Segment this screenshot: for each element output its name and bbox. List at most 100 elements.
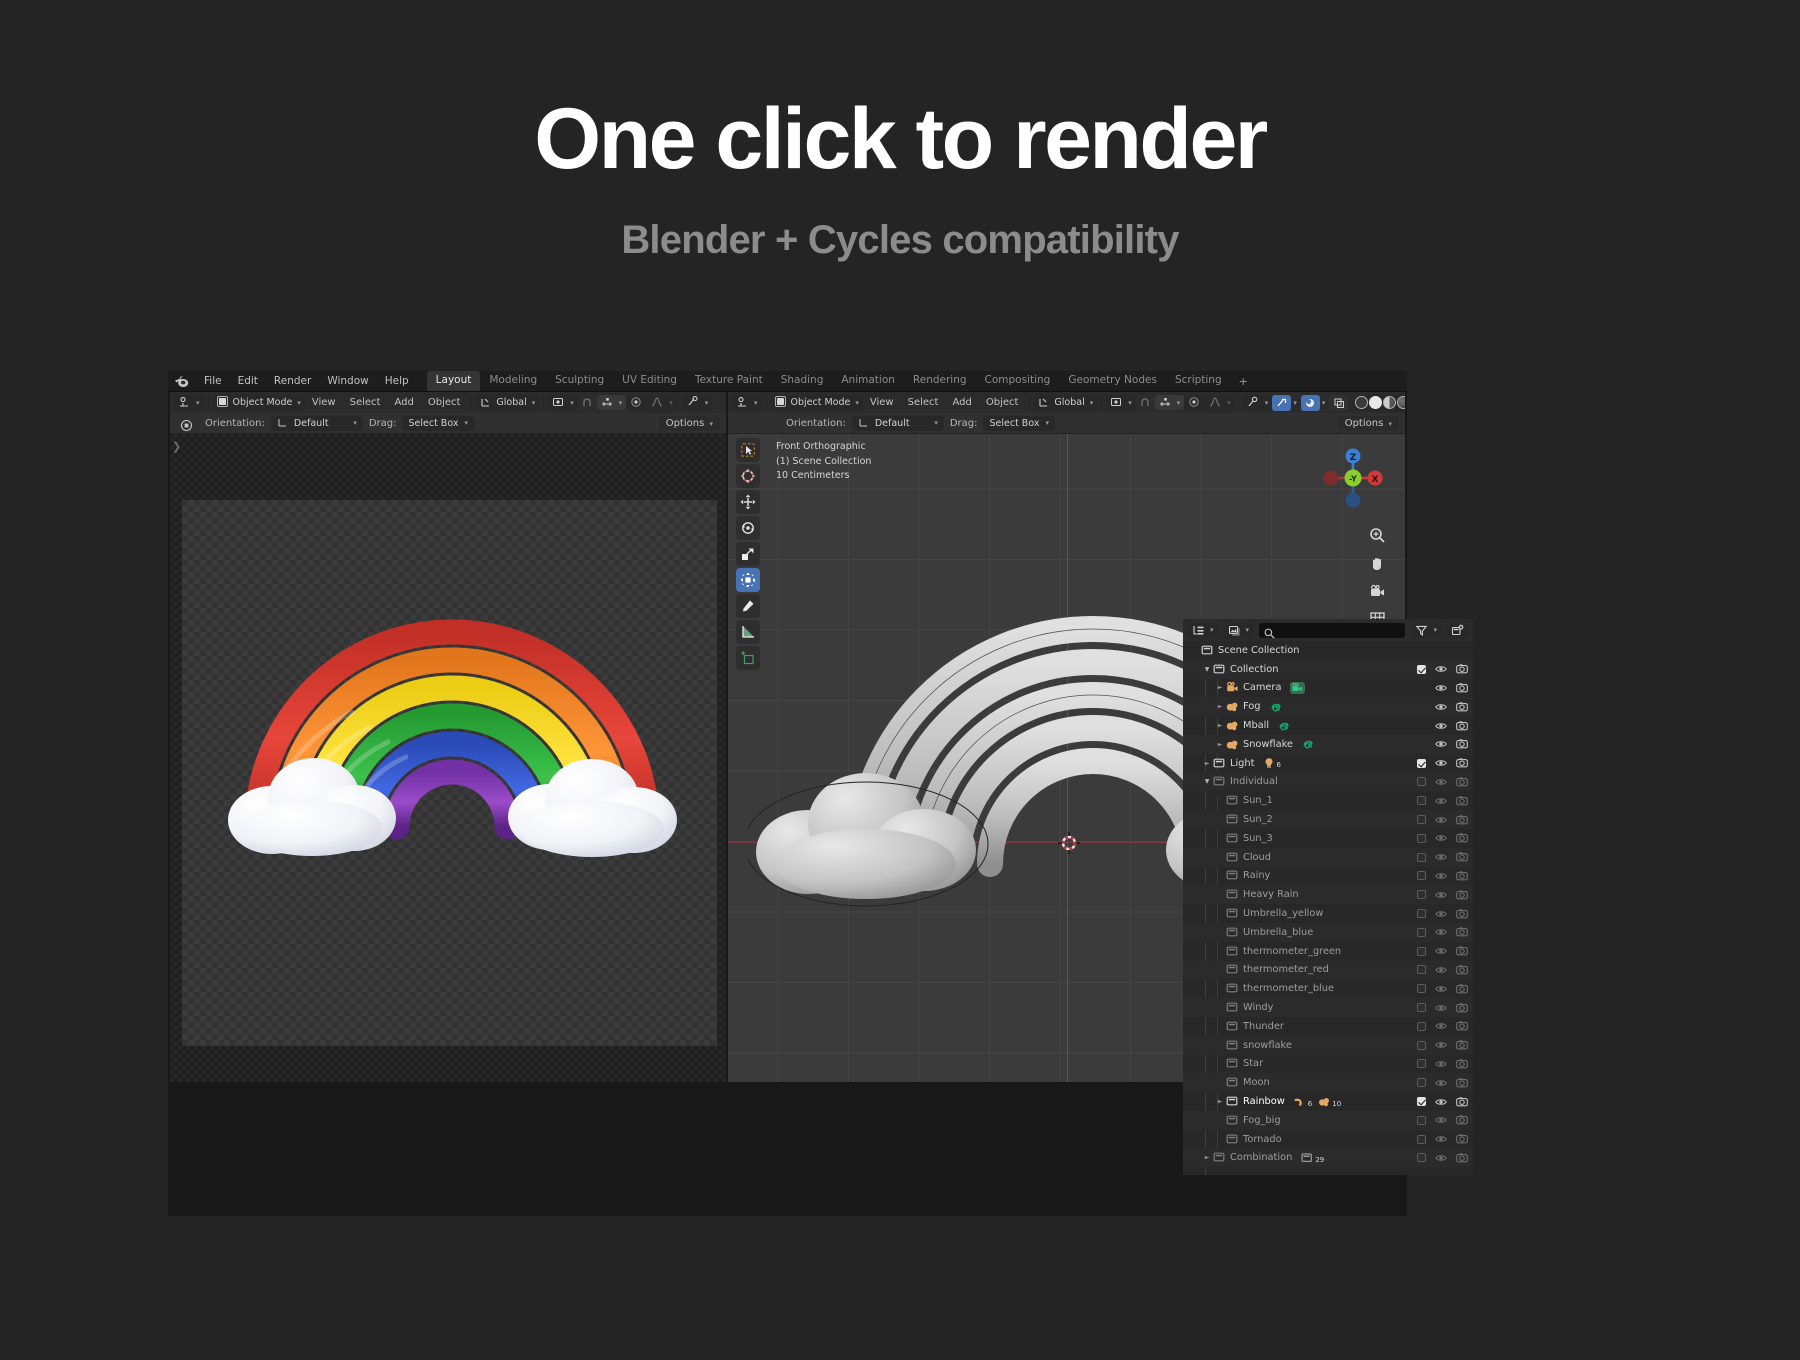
selectable-checkbox[interactable] xyxy=(1417,1097,1426,1107)
right-menu-object[interactable]: Object xyxy=(979,397,1026,408)
outliner-row-windy[interactable]: Windy xyxy=(1183,998,1473,1017)
right-drag-dropdown[interactable]: Select Box ▾ xyxy=(983,415,1055,431)
hide-in-viewport-icon[interactable] xyxy=(1435,1058,1447,1070)
disable-in-render-icon[interactable] xyxy=(1456,1152,1468,1164)
menu-window[interactable]: Window xyxy=(319,373,376,390)
selectable-checkbox[interactable] xyxy=(1417,1059,1426,1069)
viewport-shading-group[interactable]: ▾ xyxy=(1353,394,1405,411)
disable-in-render-icon[interactable] xyxy=(1456,720,1468,732)
left-options-button[interactable]: Options ▾ xyxy=(658,415,720,431)
disable-in-render-icon[interactable] xyxy=(1456,1096,1468,1108)
hide-in-viewport-icon[interactable] xyxy=(1435,964,1447,976)
move-tool-button[interactable] xyxy=(736,490,760,514)
disclosure-triangle-icon[interactable]: ► xyxy=(1201,760,1213,767)
selectable-checkbox[interactable] xyxy=(1417,871,1426,881)
right-falloff-button[interactable]: ▾ xyxy=(1205,395,1235,410)
outliner-row-thunder[interactable]: Thunder xyxy=(1183,1017,1473,1036)
left-menu-object[interactable]: Object xyxy=(421,397,468,408)
disable-in-render-icon[interactable] xyxy=(1456,1039,1468,1051)
pan-hand-icon[interactable] xyxy=(1368,554,1387,573)
workspace-tab-scripting[interactable]: Scripting xyxy=(1166,371,1231,391)
right-options-button[interactable]: Options ▾ xyxy=(1337,415,1399,431)
hide-in-viewport-icon[interactable] xyxy=(1435,945,1447,957)
xray-toggle[interactable] xyxy=(1300,394,1320,411)
workspace-tab-rendering[interactable]: Rendering xyxy=(904,371,976,391)
outliner-row-camera[interactable]: ► Camera xyxy=(1183,679,1473,698)
material-preview-shading-icon[interactable] xyxy=(1383,396,1397,409)
left-snap-settings[interactable]: ▾ xyxy=(596,395,627,410)
selectable-checkbox[interactable] xyxy=(1417,1040,1426,1050)
outliner-row-combination[interactable]: ► Combination 29 xyxy=(1183,1148,1473,1168)
hide-in-viewport-icon[interactable] xyxy=(1435,776,1447,788)
selectable-checkbox[interactable] xyxy=(1417,1078,1426,1088)
outliner-row-umbrella-blue[interactable]: Umbrella_blue xyxy=(1183,922,1473,942)
selectable-checkbox[interactable] xyxy=(1417,1003,1426,1013)
hide-in-viewport-icon[interactable] xyxy=(1435,1039,1447,1051)
disable-in-render-icon[interactable] xyxy=(1456,1020,1468,1032)
selectable-checkbox[interactable] xyxy=(1417,796,1426,806)
outliner-row-sun-2[interactable]: Sun_2 xyxy=(1183,810,1473,829)
right-mode-selector[interactable]: Object Mode ▾ xyxy=(770,395,863,410)
outliner-row-scene-collection[interactable]: Scene Collection xyxy=(1183,641,1473,660)
hide-in-viewport-icon[interactable] xyxy=(1435,1096,1447,1108)
selectable-checkbox[interactable] xyxy=(1417,815,1426,825)
disable-in-render-icon[interactable] xyxy=(1456,738,1468,750)
hide-in-viewport-icon[interactable] xyxy=(1435,1133,1447,1145)
hide-in-viewport-icon[interactable] xyxy=(1435,1020,1447,1032)
hide-in-viewport-icon[interactable] xyxy=(1435,983,1447,995)
rotate-tool-button[interactable] xyxy=(736,516,760,540)
workspace-tab-animation[interactable]: Animation xyxy=(832,371,904,391)
right-snap-magnet-toggle[interactable] xyxy=(1135,394,1155,411)
disclosure-triangle-icon[interactable]: ▼ xyxy=(1201,778,1213,785)
outliner-row-tornado[interactable]: Tornado xyxy=(1183,1130,1473,1149)
outliner-row-cloud[interactable]: Cloud xyxy=(1183,847,1473,867)
menu-help[interactable]: Help xyxy=(377,373,417,390)
outliner-display-mode-button[interactable]: ▾ xyxy=(1188,622,1218,638)
outliner-row-star[interactable]: Star xyxy=(1183,1055,1473,1074)
left-viewport-gizmos-button[interactable]: ▾ xyxy=(682,395,713,410)
left-editor-type-button[interactable]: ▾ xyxy=(174,395,204,410)
disable-in-render-icon[interactable] xyxy=(1456,776,1468,788)
outliner-row-thermometer-green[interactable]: thermometer_green xyxy=(1183,942,1473,961)
measure-tool-button[interactable] xyxy=(736,620,760,644)
disable-in-render-icon[interactable] xyxy=(1456,1133,1468,1145)
left-mode-selector[interactable]: Object Mode ▾ xyxy=(212,395,305,410)
left-drag-dropdown[interactable]: Select Box ▾ xyxy=(402,415,474,431)
outliner-row-snowflake[interactable]: ► Snowflake xyxy=(1183,734,1473,754)
disclosure-triangle-icon[interactable]: ► xyxy=(1214,741,1226,748)
right-editor-type-button[interactable]: ▾ xyxy=(732,395,762,410)
selectable-checkbox[interactable] xyxy=(1417,890,1426,900)
menu-render[interactable]: Render xyxy=(266,373,319,390)
right-snap-settings[interactable]: ▾ xyxy=(1154,395,1185,410)
right-menu-select[interactable]: Select xyxy=(901,397,946,408)
selectable-checkbox[interactable] xyxy=(1417,946,1426,956)
hide-in-viewport-icon[interactable] xyxy=(1435,1114,1447,1126)
disclosure-triangle-icon[interactable]: ► xyxy=(1214,684,1226,691)
outliner-row-mball[interactable]: ► Mball xyxy=(1183,716,1473,735)
menu-edit[interactable]: Edit xyxy=(230,373,266,390)
hide-in-viewport-icon[interactable] xyxy=(1435,926,1447,938)
add-workspace-button[interactable]: + xyxy=(1231,375,1256,388)
workspace-tab-geometry-nodes[interactable]: Geometry Nodes xyxy=(1059,371,1166,391)
outliner-tree[interactable]: Scene Collection ▼ Collection ► Camera ► F… xyxy=(1183,641,1473,1175)
add-cube-tool-button[interactable] xyxy=(736,646,760,670)
annotate-tool-button[interactable] xyxy=(736,594,760,618)
disable-in-render-icon[interactable] xyxy=(1456,926,1468,938)
left-sidebar-toggle[interactable]: ❯ xyxy=(172,440,181,453)
outliner-row-fog-big[interactable]: Fog_big xyxy=(1183,1110,1473,1130)
hide-in-viewport-icon[interactable] xyxy=(1435,757,1447,769)
solid-shading-icon[interactable] xyxy=(1369,396,1383,409)
zoom-icon[interactable] xyxy=(1368,526,1387,545)
right-viewport-gizmos-button[interactable]: ▾ xyxy=(1242,395,1273,410)
left-image-editor-canvas[interactable]: ❯ xyxy=(170,434,726,1082)
rendered-shading-icon[interactable] xyxy=(1397,396,1405,409)
disable-in-render-icon[interactable] xyxy=(1456,814,1468,826)
hide-in-viewport-icon[interactable] xyxy=(1435,663,1447,675)
selectable-checkbox[interactable] xyxy=(1417,927,1426,937)
disclosure-triangle-icon[interactable]: ► xyxy=(1214,1098,1226,1105)
disable-in-render-icon[interactable] xyxy=(1456,851,1468,863)
menu-file[interactable]: File xyxy=(196,373,230,390)
outliner-search-input[interactable] xyxy=(1259,622,1406,638)
right-menu-view[interactable]: View xyxy=(863,397,901,408)
right-transform-orientation[interactable]: Global ▾ xyxy=(1034,395,1098,410)
